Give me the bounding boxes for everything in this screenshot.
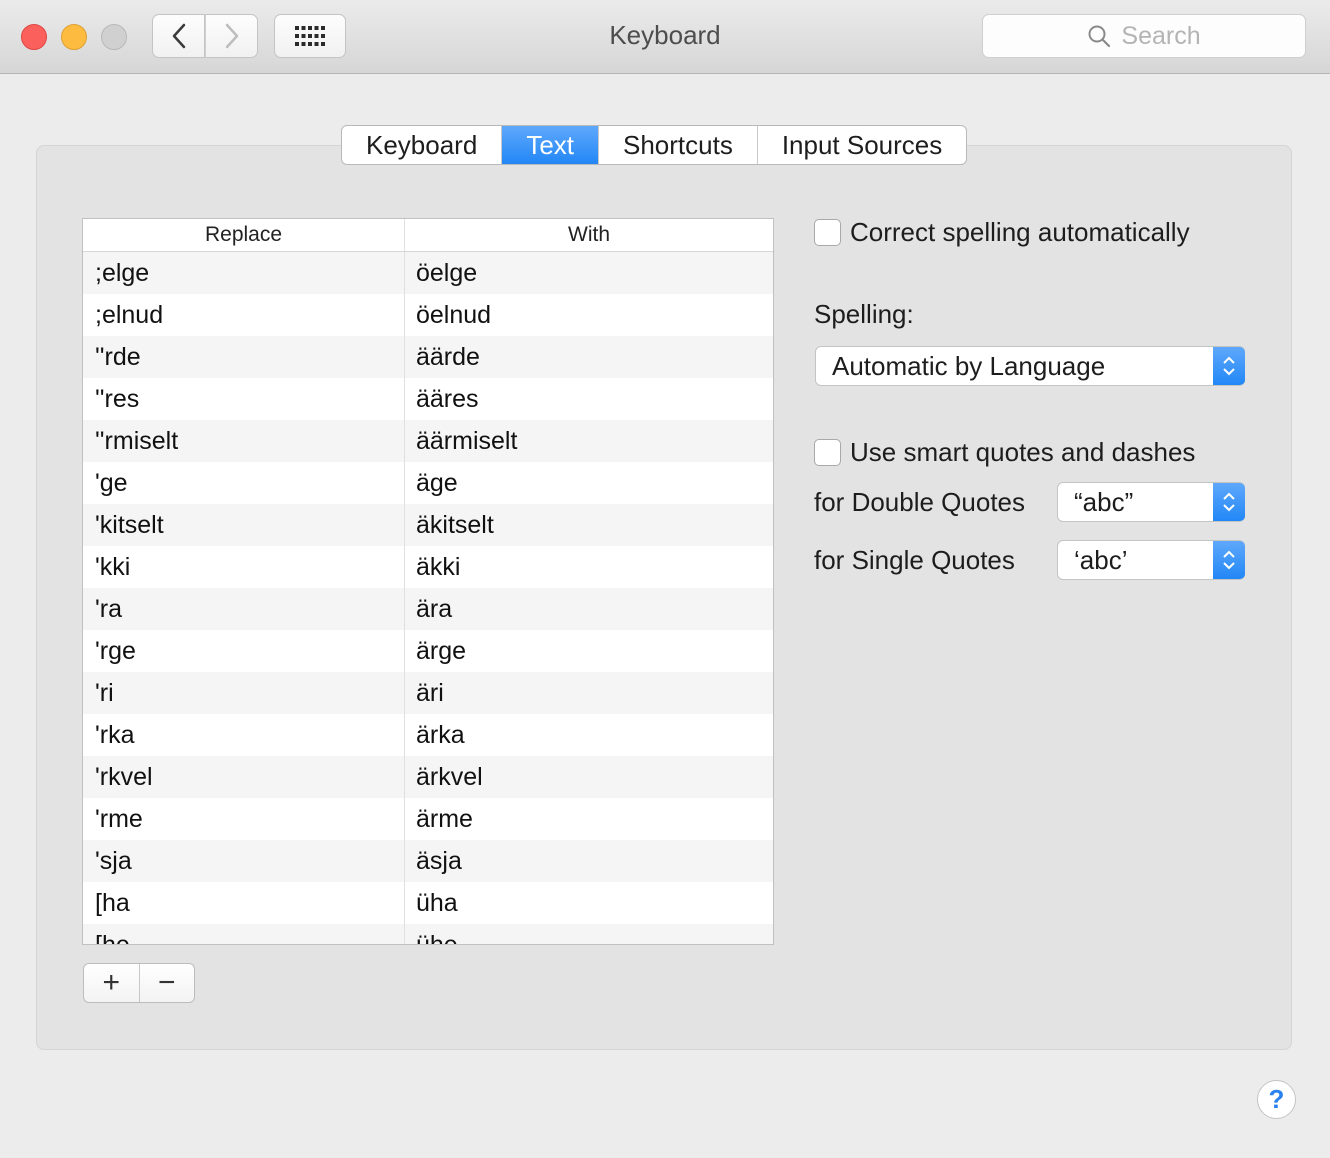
replace-cell: 'sja [83,840,405,882]
double-quotes-popup[interactable]: “abc” [1057,482,1245,522]
replace-cell: 'kki [83,546,405,588]
table-row[interactable]: 'ra ära [83,588,773,630]
with-cell: ühe [416,931,458,945]
with-cell: ära [416,595,453,623]
with-cell: äge [416,469,458,497]
with-cell: ärge [416,637,467,665]
tab-text[interactable]: Text [502,126,599,164]
replace-cell: [he [83,924,405,944]
search-icon [1088,25,1111,48]
up-down-arrows-icon [1213,347,1245,385]
remove-button[interactable]: − [140,964,195,1002]
with-cell: ääres [416,385,479,413]
with-cell: ärka [416,721,465,749]
double-quotes-label: for Double Quotes [814,487,1026,517]
with-cell: öelnud [416,301,492,329]
table-row[interactable]: ''rmiselt äärmiselt [83,420,773,462]
spelling-popup-value: Automatic by Language [832,350,1106,381]
title-bar: Keyboard Search [0,0,1330,74]
replace-cell: 'rme [83,798,405,840]
with-cell: äärmiselt [416,427,518,455]
replace-cell: 'kitselt [83,504,405,546]
replace-cell: 'ri [83,672,405,714]
column-header-replace[interactable]: Replace [83,219,405,251]
single-quotes-popup[interactable]: ‘abc’ [1057,540,1245,580]
table-body: ;elge öelge ;elnud öelnud ''rde äärde ''res… [83,252,773,945]
table-row[interactable]: [ha üha [83,882,773,924]
replace-cell: 'rge [83,630,405,672]
correct-spelling-checkbox[interactable] [814,219,841,246]
single-quotes-label: for Single Quotes [814,545,1015,575]
replace-cell: ''rde [83,336,405,378]
with-cell: üha [416,889,458,917]
with-cell: äri [416,679,444,707]
correct-spelling-label[interactable]: Correct spelling automatically [850,217,1190,248]
replace-cell: [ha [83,882,405,924]
table-row[interactable]: ;elge öelge [83,252,773,294]
up-down-arrows-icon [1213,541,1245,579]
table-row[interactable]: 'ge äge [83,462,773,504]
with-cell: äärde [416,343,480,371]
table-row[interactable]: 'ri äri [83,672,773,714]
table-row[interactable]: 'rme ärme [83,798,773,840]
help-button[interactable]: ? [1257,1080,1296,1119]
with-cell: öelge [416,259,478,287]
search-placeholder: Search [1121,21,1201,50]
add-remove-control: + − [83,963,195,1003]
spelling-label: Spelling: [814,299,914,329]
smart-quotes-label[interactable]: Use smart quotes and dashes [850,437,1195,468]
replace-cell: ;elnud [83,294,405,336]
with-cell: äsja [416,847,462,875]
with-cell: ärme [416,805,473,833]
double-quotes-value: “abc” [1074,486,1134,517]
up-down-arrows-icon [1213,483,1245,521]
table-row[interactable]: ''res ääres [83,378,773,420]
table-header: Replace With [83,219,773,252]
text-replacement-table[interactable]: Replace With ;elge öelge ;elnud öelnud ''r… [82,218,774,945]
table-row[interactable]: ;elnud öelnud [83,294,773,336]
with-cell: ärkvel [416,763,483,791]
tab-input-sources[interactable]: Input Sources [758,126,966,164]
with-cell: äkitselt [416,511,494,539]
search-field[interactable]: Search [982,14,1306,58]
replace-cell: 'rka [83,714,405,756]
tab-bar: Keyboard Text Shortcuts Input Sources [341,125,968,165]
table-row[interactable]: [he ühe [83,924,773,945]
smart-quotes-checkbox[interactable] [814,439,841,466]
table-row[interactable]: ''rde äärde [83,336,773,378]
table-row[interactable]: 'kki äkki [83,546,773,588]
table-row[interactable]: 'rka ärka [83,714,773,756]
replace-cell: ''res [83,378,405,420]
replace-cell: 'ge [83,462,405,504]
add-button[interactable]: + [84,964,140,1002]
tab-shortcuts[interactable]: Shortcuts [599,126,758,164]
with-cell: äkki [416,553,461,581]
single-quotes-value: ‘abc’ [1074,544,1128,575]
replace-cell: ''rmiselt [83,420,405,462]
table-row[interactable]: 'kitselt äkitselt [83,504,773,546]
tab-keyboard[interactable]: Keyboard [342,126,503,164]
table-row[interactable]: 'rkvel ärkvel [83,756,773,798]
replace-cell: 'ra [83,588,405,630]
replace-cell: ;elge [83,252,405,294]
spelling-popup[interactable]: Automatic by Language [815,346,1245,386]
table-row[interactable]: 'sja äsja [83,840,773,882]
column-header-with[interactable]: With [405,219,773,251]
table-row[interactable]: 'rge ärge [83,630,773,672]
replace-cell: 'rkvel [83,756,405,798]
